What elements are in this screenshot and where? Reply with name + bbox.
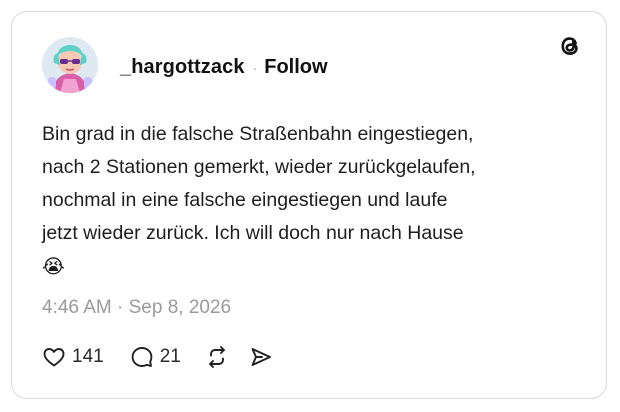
post-text-line: nach 2 Stationen gemerkt, wieder zurückg… bbox=[42, 156, 476, 178]
header-separator: · bbox=[252, 59, 258, 76]
post-header: _hargottzack · Follow bbox=[120, 56, 328, 79]
avatar[interactable] bbox=[42, 37, 98, 93]
avatar-illustration bbox=[42, 37, 98, 93]
post-time: 4:46 AM bbox=[42, 297, 112, 318]
comment-bubble-icon bbox=[131, 347, 153, 367]
threads-logo-icon[interactable] bbox=[554, 30, 586, 62]
like-button[interactable]: 141 bbox=[42, 345, 104, 369]
reply-count: 21 bbox=[159, 346, 181, 367]
share-send-icon bbox=[251, 348, 271, 366]
post-date: Sep 8, 2026 bbox=[128, 297, 232, 318]
post-text: Bin grad in die falsche Straßenbahn eing… bbox=[42, 118, 582, 284]
action-bar: 141 21 bbox=[42, 342, 273, 372]
post-text-line: nochmal in eine falsche eingestiegen und… bbox=[42, 189, 448, 211]
post-text-line: jetzt wieder zurück. Ich will doch nur n… bbox=[42, 222, 464, 244]
username[interactable]: _hargottzack bbox=[120, 56, 245, 79]
repost-button[interactable] bbox=[205, 345, 229, 369]
share-button[interactable] bbox=[249, 345, 273, 369]
post-text-line: Bin grad in die falsche Straßenbahn eing… bbox=[42, 123, 474, 145]
repost-icon bbox=[208, 346, 225, 368]
follow-button[interactable]: Follow bbox=[264, 56, 327, 79]
threads-logo-glyph bbox=[561, 37, 578, 55]
reply-button[interactable]: 21 bbox=[130, 345, 181, 369]
heart-icon bbox=[43, 348, 65, 367]
crying-emoji: 😭 bbox=[42, 256, 65, 278]
meta-separator: · bbox=[117, 297, 124, 318]
like-count: 141 bbox=[72, 346, 104, 367]
post-timestamp[interactable]: 4:46 AM · Sep 8, 2026 bbox=[42, 297, 231, 319]
threads-embed-card: _hargottzack · Follow Bin grad in die fa… bbox=[11, 11, 607, 399]
